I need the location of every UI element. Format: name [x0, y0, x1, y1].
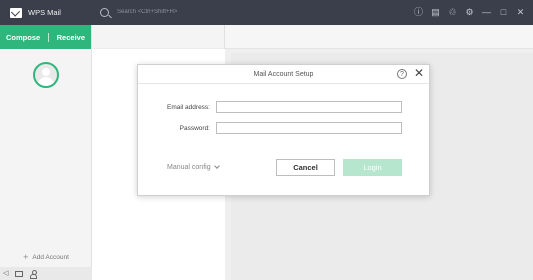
- email-field[interactable]: [216, 101, 402, 113]
- help-icon[interactable]: ?: [397, 69, 407, 79]
- password-label: Password:: [179, 124, 210, 132]
- compose-button[interactable]: Compose: [6, 33, 40, 42]
- info-icon[interactable]: ⓘ: [410, 6, 427, 19]
- dialog-header: Mail Account Setup ? ✕: [138, 65, 429, 84]
- sync-icon[interactable]: ♲: [444, 6, 461, 19]
- action-divider: [47, 32, 49, 42]
- email-row: Email address:: [138, 101, 402, 113]
- avatar[interactable]: [33, 62, 59, 88]
- avatar-head: [42, 68, 50, 76]
- settings-icon[interactable]: ⚙: [461, 6, 478, 19]
- reading-header: [225, 25, 533, 49]
- password-row: Password:: [138, 122, 402, 134]
- email-label: Email address:: [167, 103, 210, 111]
- password-field[interactable]: [216, 122, 402, 134]
- mail-account-setup-dialog: Mail Account Setup ? ✕ Email address: Pa…: [137, 64, 430, 196]
- mail-icon[interactable]: [15, 270, 24, 277]
- minimize-icon[interactable]: —: [478, 6, 495, 19]
- manual-config-toggle[interactable]: Manual config: [167, 163, 220, 171]
- app-title: WPS Mail: [28, 8, 61, 17]
- dialog-title: Mail Account Setup: [253, 70, 314, 78]
- sidebar-bottom-bar: ◁: [0, 267, 92, 280]
- list-header: [92, 25, 224, 49]
- plus-icon: +: [23, 251, 29, 262]
- dialog-close-icon[interactable]: ✕: [414, 67, 424, 79]
- search-bar: [100, 6, 317, 18]
- volume-icon[interactable]: ◁: [3, 270, 8, 277]
- close-icon[interactable]: ✕: [512, 6, 529, 19]
- receive-button[interactable]: Receive: [57, 33, 85, 42]
- maximize-icon[interactable]: □: [495, 6, 512, 19]
- search-input[interactable]: [117, 6, 317, 18]
- feedback-icon[interactable]: ▤: [427, 6, 444, 19]
- avatar-body: [38, 77, 54, 86]
- cancel-button[interactable]: Cancel: [276, 159, 335, 176]
- contacts-icon[interactable]: [30, 270, 38, 279]
- login-button[interactable]: Login: [343, 159, 402, 176]
- mail-logo-icon: [10, 7, 22, 18]
- window-controls: ⓘ ▤ ♲ ⚙ — □ ✕: [410, 6, 529, 19]
- title-bar: WPS Mail ⓘ ▤ ♲ ⚙ — □ ✕: [0, 0, 533, 25]
- add-account-button[interactable]: + Add Account: [0, 252, 92, 262]
- sidebar: Compose Receive + Add Account ◁: [0, 25, 92, 280]
- action-bar: Compose Receive: [0, 25, 91, 49]
- search-icon[interactable]: [100, 7, 109, 17]
- manual-config-label: Manual config: [167, 164, 211, 171]
- add-account-label: Add Account: [32, 253, 69, 261]
- chevron-down-icon: [213, 163, 220, 169]
